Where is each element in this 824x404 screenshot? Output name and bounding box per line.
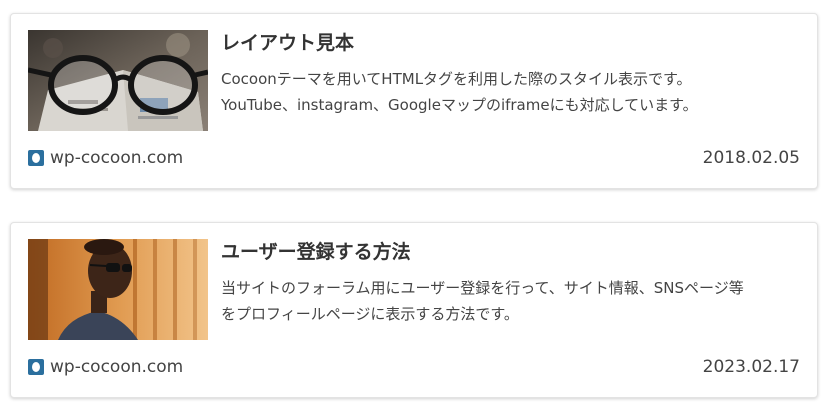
thumbnail-image[interactable] [28,30,208,131]
blog-card[interactable]: ユーザー登録する方法 当サイトのフォーラム用にユーザー登録を行って、サイト情報、… [10,222,818,398]
eyeglasses-photo-icon [28,30,208,131]
post-date: 2023.02.17 [702,357,800,377]
card-snippet: 当サイトのフォーラム用にユーザー登録を行って、サイト情報、SNSページ等 をプロ… [221,275,811,327]
snippet-line: 当サイトのフォーラム用にユーザー登録を行って、サイト情報、SNSページ等 [221,279,744,297]
site-info: wp-cocoon.com [28,356,183,378]
card-title[interactable]: レイアウト見本 [221,30,354,56]
site-domain: wp-cocoon.com [50,357,184,377]
man-with-sunglasses-photo-icon [28,239,208,340]
site-favicon-icon [28,359,44,375]
card-snippet: Cocoonテーマを用いてHTMLタグを利用した際のスタイル表示です。 YouT… [221,66,811,118]
snippet-line: をプロフィールページに表示する方法です。 [221,305,519,323]
post-date: 2018.02.05 [702,148,800,168]
site-info: wp-cocoon.com [28,147,183,169]
thumbnail-image[interactable] [28,239,208,340]
snippet-line: Cocoonテーマを用いてHTMLタグを利用した際のスタイル表示です。 [221,70,692,88]
card-title[interactable]: ユーザー登録する方法 [221,239,411,265]
site-domain: wp-cocoon.com [50,148,184,168]
blog-card[interactable]: レイアウト見本 Cocoonテーマを用いてHTMLタグを利用した際のスタイル表示… [10,13,818,189]
site-favicon-icon [28,150,44,166]
snippet-line: YouTube、instagram、Googleマップのiframeにも対応して… [221,96,698,114]
